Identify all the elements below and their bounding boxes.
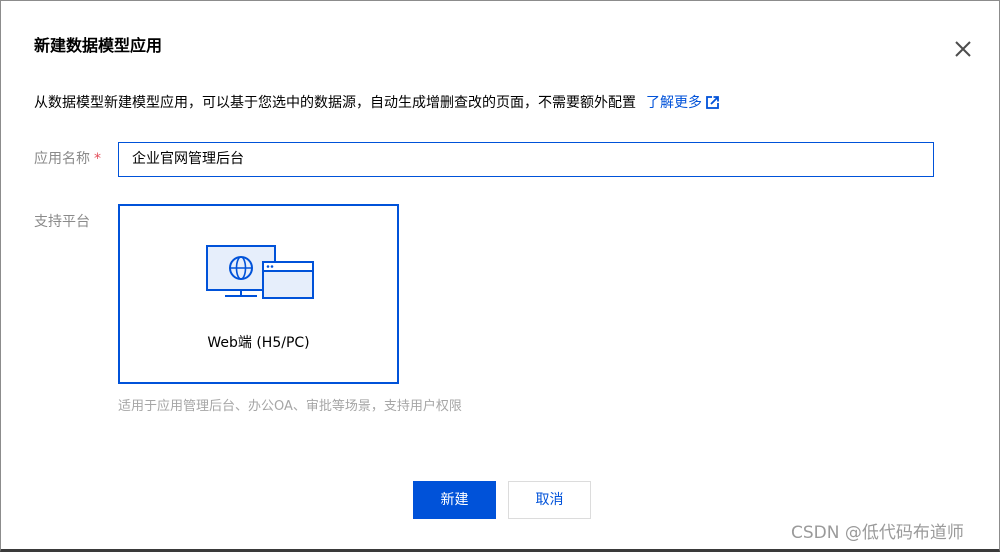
dialog-title: 新建数据模型应用 — [34, 36, 163, 55]
learn-more-label: 了解更多 — [646, 95, 702, 111]
platform-label: 支持平台 — [34, 214, 90, 230]
external-link-icon — [706, 96, 719, 109]
web-platform-illustration — [206, 245, 314, 299]
platform-option-label: Web端 (H5/PC) — [207, 335, 310, 351]
app-name-label: 应用名称 — [34, 151, 90, 167]
app-name-label-row: 应用名称 * — [34, 149, 101, 169]
watermark: CSDN @低代码布道师 — [791, 523, 964, 543]
platform-option-web[interactable]: Web端 (H5/PC) — [118, 204, 399, 384]
required-mark: * — [94, 151, 101, 167]
description-text: 从数据模型新建模型应用，可以基于您选中的数据源，自动生成增删查改的页面，不需要额… — [34, 95, 636, 111]
app-name-input[interactable]: 企业官网管理后台 — [118, 142, 934, 177]
learn-more-link[interactable]: 了解更多 — [646, 95, 719, 111]
dialog: 新建数据模型应用 从数据模型新建模型应用，可以基于您选中的数据源，自动生成增删查… — [0, 0, 1000, 552]
close-button[interactable] — [951, 37, 975, 61]
close-icon — [955, 41, 971, 57]
create-button[interactable]: 新建 — [413, 481, 496, 519]
cancel-button[interactable]: 取消 — [508, 481, 591, 519]
platform-hint: 适用于应用管理后台、办公OA、审批等场景，支持用户权限 — [118, 399, 462, 414]
dialog-description: 从数据模型新建模型应用，可以基于您选中的数据源，自动生成增删查改的页面，不需要额… — [34, 93, 719, 113]
